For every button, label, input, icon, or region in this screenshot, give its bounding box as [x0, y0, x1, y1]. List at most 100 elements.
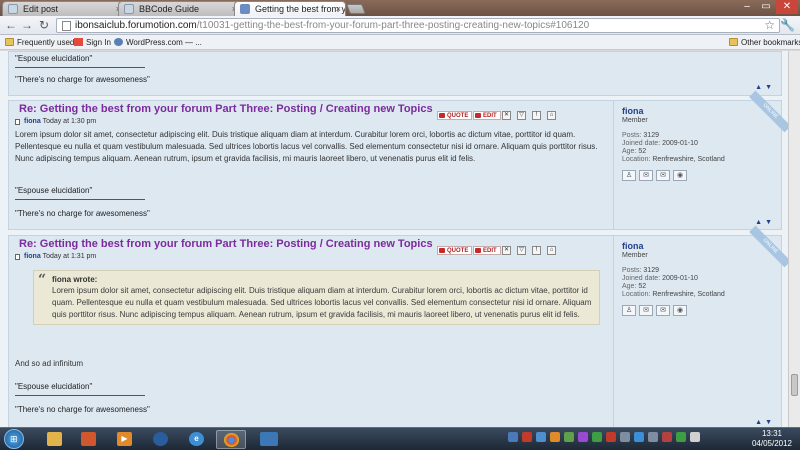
- quote-button[interactable]: QUOTE: [437, 111, 473, 120]
- post-title[interactable]: Re: Getting the best from your forum Par…: [19, 103, 433, 115]
- navigation-toolbar: ← → ↻ ibonsaiclub.forumotion.com/t10031-…: [0, 16, 800, 35]
- hp-icon: [153, 432, 168, 446]
- play-icon: ▶: [117, 432, 132, 446]
- folder-icon: [729, 38, 738, 46]
- bookmark-star-icon[interactable]: ☆: [764, 18, 775, 32]
- bookmark-frequently-used[interactable]: Frequently used: [5, 35, 74, 50]
- page-scrollbar[interactable]: [788, 51, 800, 427]
- edit-button[interactable]: EDIT: [473, 246, 501, 255]
- forum-favicon-icon: [240, 4, 250, 14]
- post-time: Today at 1:31 pm: [42, 253, 97, 260]
- tray-app-icon[interactable]: [676, 432, 686, 442]
- signature-line: "Espouse elucidation": [15, 54, 93, 63]
- tray-app-icon[interactable]: [578, 432, 588, 442]
- network-icon[interactable]: [508, 432, 518, 442]
- tab-edit-post[interactable]: Edit post ×: [2, 1, 126, 16]
- tray-app-icon[interactable]: [634, 432, 644, 442]
- maximize-button[interactable]: ▭: [757, 0, 775, 14]
- back-button[interactable]: ←: [4, 18, 18, 32]
- tray-app-icon[interactable]: [536, 432, 546, 442]
- adobe-icon[interactable]: [522, 432, 532, 442]
- tray-app-icon[interactable]: [550, 432, 560, 442]
- taskbar-media-player[interactable]: ▶: [110, 430, 140, 449]
- system-clock[interactable]: 13:31 04/05/2012: [752, 429, 792, 449]
- tab-getting-the-best[interactable]: Getting the best from your ×: [234, 1, 346, 16]
- quote-button[interactable]: QUOTE: [437, 246, 473, 255]
- edit-button[interactable]: EDIT: [473, 111, 501, 120]
- profile-rank: Member: [622, 252, 648, 259]
- speaker-icon[interactable]: [690, 432, 700, 442]
- post-author[interactable]: fiona: [24, 253, 41, 260]
- profile-icon[interactable]: ♙: [622, 170, 636, 181]
- taskbar-hp[interactable]: [146, 430, 176, 449]
- profile-icon[interactable]: ♙: [622, 305, 636, 316]
- quote-block: “ fiona wrote: Lorem ipsum dolor sit ame…: [33, 270, 600, 325]
- profile-name[interactable]: fiona: [622, 106, 644, 116]
- tray-app-icon[interactable]: [592, 432, 602, 442]
- taskbar-chrome[interactable]: [216, 430, 246, 449]
- post-author[interactable]: fiona: [24, 118, 41, 125]
- signature-line: "There's no charge for awesomeness": [15, 209, 150, 218]
- tray-app-icon[interactable]: [620, 432, 630, 442]
- tray-app-icon[interactable]: [564, 432, 574, 442]
- ip-icon[interactable]: ▽: [517, 111, 526, 120]
- taskbar-photoshop-elements[interactable]: [254, 430, 284, 449]
- forward-button[interactable]: →: [20, 18, 34, 32]
- signal-icon[interactable]: [648, 432, 658, 442]
- lock-icon[interactable]: ⌂: [547, 246, 556, 255]
- private-message-icon[interactable]: ✉: [639, 170, 653, 181]
- wrench-icon[interactable]: 🔧: [780, 18, 795, 32]
- close-window-button[interactable]: ✕: [776, 0, 798, 14]
- profile-posts: Posts: 3129: [622, 267, 659, 274]
- post-body: And so ad infinitum: [15, 359, 84, 368]
- windows-taskbar: ⊞ ▶ e 13:31 04/05/2012: [0, 427, 800, 450]
- tab-label: Edit post: [23, 4, 59, 14]
- tab-bbcode-guide[interactable]: BBCode Guide ×: [118, 1, 242, 16]
- taskbar-internet-explorer[interactable]: e: [182, 430, 212, 449]
- bookmark-other[interactable]: Other bookmarks: [729, 35, 800, 50]
- system-tray: [508, 432, 700, 442]
- taskbar-explorer[interactable]: [40, 430, 70, 449]
- address-bar[interactable]: ibonsaiclub.forumotion.com/t10031-gettin…: [56, 18, 780, 33]
- website-icon[interactable]: ◉: [673, 170, 687, 181]
- taskbar-media-center[interactable]: [74, 430, 104, 449]
- scrollbar-thumb[interactable]: [791, 374, 798, 396]
- bookmark-sign-in[interactable]: Sign In: [74, 35, 111, 50]
- clock-date: 04/05/2012: [751, 439, 792, 448]
- scroll-arrows[interactable]: ▲▼: [755, 84, 775, 91]
- website-icon[interactable]: ◉: [673, 305, 687, 316]
- tray-app-icon[interactable]: [662, 432, 672, 442]
- new-tab-button[interactable]: [346, 4, 366, 14]
- tray-app-icon[interactable]: [606, 432, 616, 442]
- signature-divider: [15, 67, 145, 68]
- signature-divider: [15, 395, 145, 396]
- bookmark-wordpress[interactable]: WordPress.com — ...: [114, 35, 202, 50]
- minimize-button[interactable]: –: [738, 0, 756, 14]
- report-icon[interactable]: !: [532, 111, 541, 120]
- scroll-arrows[interactable]: ▲▼: [755, 219, 775, 226]
- start-button[interactable]: ⊞: [4, 429, 24, 449]
- signature-line: "Espouse elucidation": [15, 382, 93, 391]
- url-text: ibonsaiclub.forumotion.com/t10031-gettin…: [75, 20, 590, 31]
- page-icon: [62, 21, 71, 31]
- email-icon[interactable]: ✉: [656, 305, 670, 316]
- profile-name[interactable]: fiona: [622, 241, 644, 251]
- scroll-arrows[interactable]: ▲▼: [755, 419, 775, 426]
- profile-rank: Member: [622, 117, 648, 124]
- clock-time: 13:31: [761, 429, 782, 438]
- folder-icon: [47, 432, 62, 446]
- post-title[interactable]: Re: Getting the best from your forum Par…: [19, 238, 433, 250]
- signature: "Espouse elucidation" "There's no charge…: [15, 54, 150, 84]
- delete-icon[interactable]: ✕: [502, 111, 511, 120]
- signature: "Espouse elucidation" "There's no charge…: [15, 186, 150, 218]
- profile-location: Location: Renfrewshire, Scotland: [622, 156, 725, 163]
- reload-button[interactable]: ↻: [37, 18, 51, 32]
- ip-icon[interactable]: ▽: [517, 246, 526, 255]
- previous-post-signature: "Espouse elucidation" "There's no charge…: [8, 51, 782, 96]
- private-message-icon[interactable]: ✉: [639, 305, 653, 316]
- close-icon[interactable]: ×: [336, 2, 341, 16]
- report-icon[interactable]: !: [532, 246, 541, 255]
- email-icon[interactable]: ✉: [656, 170, 670, 181]
- lock-icon[interactable]: ⌂: [547, 111, 556, 120]
- delete-icon[interactable]: ✕: [502, 246, 511, 255]
